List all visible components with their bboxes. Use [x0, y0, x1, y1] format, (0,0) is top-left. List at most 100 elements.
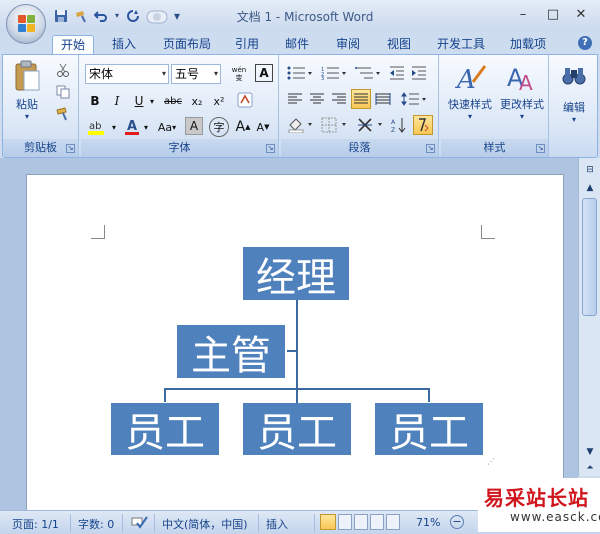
change-case-button[interactable]: Aa ▾	[153, 117, 181, 137]
multilevel-list-button[interactable]	[353, 63, 383, 83]
tab-mailings[interactable]: 邮件	[278, 35, 316, 54]
distributed-button[interactable]	[373, 89, 393, 109]
font-name-combo[interactable]: 宋体 ▾	[85, 64, 169, 84]
zoom-out-icon[interactable]: −	[450, 515, 464, 529]
editing-button[interactable]: 编辑 ▾	[555, 59, 593, 151]
org-box-supervisor[interactable]: 主管	[177, 325, 285, 379]
org-box-manager[interactable]: 经理	[243, 247, 349, 301]
zoom-level[interactable]: 71%	[416, 516, 440, 529]
shading-button[interactable]	[285, 115, 315, 135]
status-insert-mode[interactable]: 插入	[266, 516, 288, 532]
font-color-dropdown-icon[interactable]: ▾	[141, 117, 151, 137]
align-center-button[interactable]	[307, 89, 327, 109]
org-box-staff-2[interactable]: 员工	[243, 403, 351, 456]
org-connector-assistant	[287, 350, 297, 352]
tab-review[interactable]: 审阅	[328, 35, 368, 54]
print-layout-icon[interactable]	[320, 514, 336, 530]
document-page[interactable]: 经理 主管 员工 员工 员工 ⋰	[26, 174, 564, 514]
italic-button[interactable]: I	[107, 91, 127, 111]
maximize-button[interactable]: □	[542, 6, 564, 24]
status-word-count[interactable]: 字数: 0	[78, 516, 114, 532]
font-color-button[interactable]: A	[121, 117, 143, 137]
undo-icon[interactable]	[93, 9, 108, 23]
tab-insert[interactable]: 插入	[104, 35, 144, 54]
scroll-up-icon[interactable]: ▲	[581, 180, 599, 196]
change-case-dropdown-icon: ▾	[172, 122, 177, 132]
bold-button[interactable]: B	[85, 91, 105, 111]
help-icon[interactable]: ?	[578, 36, 592, 50]
ruler-toggle-icon[interactable]: ⊟	[581, 162, 599, 178]
redo-icon[interactable]	[126, 9, 140, 23]
close-button[interactable]: ✕	[570, 6, 592, 24]
quick-styles-button[interactable]: A 快速样式 ▾	[445, 59, 495, 123]
tab-view[interactable]: 视图	[380, 35, 418, 54]
org-box-staff-1[interactable]: 员工	[111, 403, 219, 456]
increase-indent-button[interactable]	[409, 63, 429, 83]
status-language[interactable]: 中文(简体，中国)	[162, 516, 248, 532]
minimize-button[interactable]: –	[512, 6, 534, 24]
paragraph-launcher-icon[interactable]: ↘	[426, 144, 435, 153]
status-separator	[314, 514, 315, 532]
phonetic-guide-button[interactable]: wén 变	[227, 63, 251, 85]
proofing-icon[interactable]	[130, 515, 148, 532]
align-left-button[interactable]	[285, 89, 305, 109]
align-right-button[interactable]	[329, 89, 349, 109]
decrease-indent-button[interactable]	[387, 63, 407, 83]
tab-home[interactable]: 开始	[52, 35, 94, 54]
vertical-scrollbar[interactable]: ⊟ ▲ ▼ ⏶	[578, 158, 600, 476]
strikethrough-button[interactable]: abc	[161, 91, 185, 111]
customize-quick-access-icon[interactable]: ▾	[170, 9, 184, 23]
chinese-layout-button[interactable]	[355, 115, 385, 135]
shrink-font-button[interactable]: A ▼	[253, 117, 273, 137]
borders-button[interactable]	[319, 115, 349, 135]
text-effect-button[interactable]	[233, 90, 257, 110]
enclose-characters-button[interactable]: 字	[209, 117, 229, 137]
character-shading-button[interactable]: A	[185, 117, 203, 135]
clear-formatting-button[interactable]: A	[255, 64, 273, 82]
paste-button[interactable]: 粘贴 ▾	[7, 59, 47, 121]
cut-icon[interactable]	[53, 61, 73, 79]
format-painter-quick-icon[interactable]	[74, 9, 88, 23]
highlight-dropdown-icon[interactable]: ▾	[109, 117, 119, 137]
format-painter-icon[interactable]	[53, 105, 73, 123]
status-page[interactable]: 页面: 1/1	[12, 516, 59, 532]
numbering-button[interactable]: 123	[319, 63, 349, 83]
clipboard-launcher-icon[interactable]: ↘	[66, 144, 75, 153]
save-icon[interactable]	[54, 9, 68, 23]
outline-view-icon[interactable]	[370, 514, 384, 530]
tab-developer[interactable]: 开发工具	[430, 35, 492, 54]
resize-handle-icon[interactable]: ⋰	[487, 457, 495, 466]
tab-add-ins[interactable]: 加载项	[504, 35, 552, 54]
underline-dropdown-icon[interactable]: ▾	[147, 91, 157, 111]
sort-button[interactable]: AZ	[389, 115, 409, 135]
undo-dropdown-icon[interactable]: ▾	[114, 9, 120, 23]
scroll-down-icon[interactable]: ▼	[581, 444, 599, 460]
bullets-button[interactable]	[285, 63, 315, 83]
highlight-button[interactable]: ab	[85, 117, 109, 137]
justify-button[interactable]	[351, 89, 371, 109]
font-color-icon: A	[125, 119, 139, 135]
underline-button[interactable]: U	[129, 91, 149, 111]
previous-page-icon[interactable]: ⏶	[581, 460, 599, 476]
show-marks-button[interactable]	[413, 115, 433, 135]
copy-icon[interactable]	[53, 83, 73, 101]
superscript-button[interactable]: x²	[209, 91, 229, 111]
line-spacing-button[interactable]	[399, 89, 429, 109]
align-left-icon	[288, 93, 302, 104]
circle-button-icon[interactable]	[146, 9, 168, 24]
full-screen-reading-icon[interactable]	[338, 514, 352, 530]
tab-page-layout[interactable]: 页面布局	[156, 35, 218, 54]
scroll-thumb[interactable]	[582, 198, 597, 316]
styles-launcher-icon[interactable]: ↘	[536, 144, 545, 153]
org-box-staff-3[interactable]: 员工	[375, 403, 483, 456]
tab-references[interactable]: 引用	[228, 35, 266, 54]
font-launcher-icon[interactable]: ↘	[266, 144, 275, 153]
change-styles-button[interactable]: AA 更改样式 ▾	[497, 59, 547, 123]
web-layout-icon[interactable]	[354, 514, 368, 530]
subscript-button[interactable]: x₂	[187, 91, 207, 111]
office-button[interactable]	[6, 4, 46, 44]
ribbon: 粘贴 ▾ 剪贴板 ↘ 宋体 ▾ 五号 ▾ wén 变 A B I U ▾ abc x…	[2, 54, 598, 158]
grow-font-button[interactable]: A ▲	[233, 117, 253, 137]
draft-view-icon[interactable]	[386, 514, 400, 530]
font-size-combo[interactable]: 五号 ▾	[171, 64, 221, 84]
